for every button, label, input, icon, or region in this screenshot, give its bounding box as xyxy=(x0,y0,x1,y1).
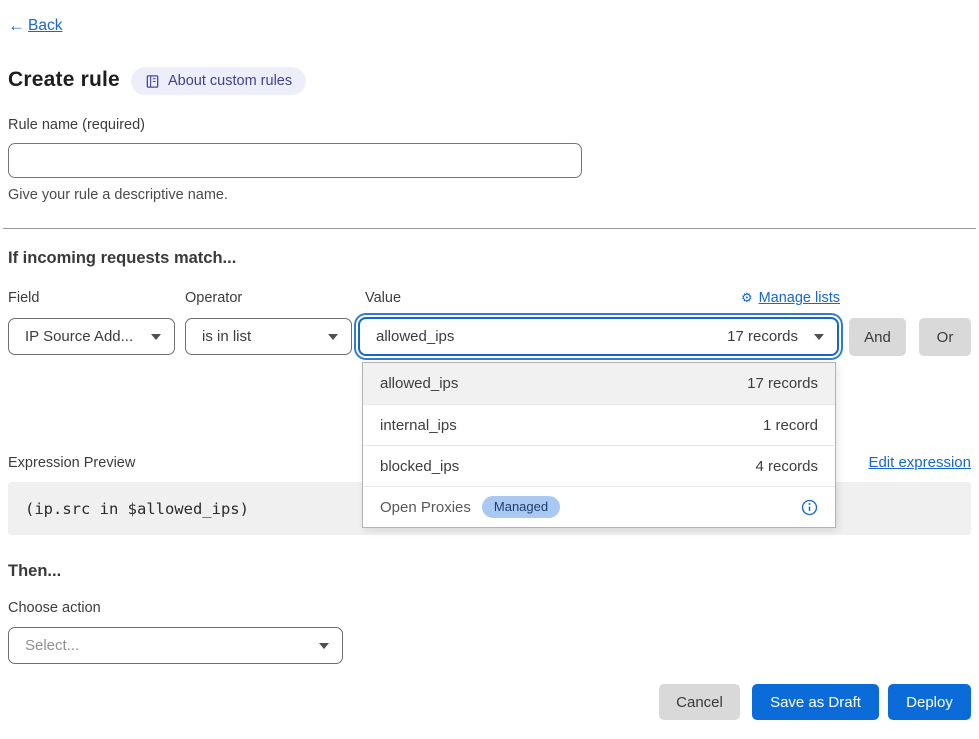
managed-badge: Managed xyxy=(482,496,560,518)
back-arrow-icon: ← xyxy=(8,16,25,36)
operator-select-value: is in list xyxy=(202,328,251,345)
list-option-blocked-ips[interactable]: blocked_ips 4 records xyxy=(363,445,835,486)
operator-column-label: Operator xyxy=(185,290,242,306)
list-option-name: blocked_ips xyxy=(380,458,459,475)
edit-expression-link[interactable]: Edit expression xyxy=(868,454,971,471)
choose-action-label: Choose action xyxy=(8,600,101,616)
chevron-down-icon xyxy=(151,334,161,340)
rule-name-helper: Give your rule a descriptive name. xyxy=(8,187,228,203)
value-column-label: Value xyxy=(365,290,401,306)
field-select-value: IP Source Add... xyxy=(25,328,133,345)
field-select[interactable]: IP Source Add... xyxy=(8,318,175,355)
list-dropdown-menu: allowed_ips 17 records internal_ips 1 re… xyxy=(362,362,836,528)
section-divider xyxy=(3,228,976,229)
book-icon xyxy=(145,74,160,89)
value-select-value: allowed_ips xyxy=(376,328,454,345)
save-as-draft-button[interactable]: Save as Draft xyxy=(752,684,879,720)
list-option-name: allowed_ips xyxy=(380,375,458,392)
rule-name-input[interactable] xyxy=(8,143,582,178)
back-link[interactable]: ← Back xyxy=(8,16,62,36)
list-option-meta: 1 record xyxy=(763,417,818,434)
about-custom-rules-label: About custom rules xyxy=(168,73,292,89)
field-column-label: Field xyxy=(8,290,39,306)
manage-lists-link[interactable]: ⚙ Manage lists xyxy=(741,290,840,306)
then-section-heading: Then... xyxy=(8,562,61,581)
list-option-meta: 17 records xyxy=(747,375,818,392)
info-icon[interactable] xyxy=(801,499,818,516)
expression-preview-label: Expression Preview xyxy=(8,455,135,471)
back-link-label: Back xyxy=(28,17,62,35)
chevron-down-icon xyxy=(319,643,329,649)
list-option-internal-ips[interactable]: internal_ips 1 record xyxy=(363,404,835,445)
cancel-button[interactable]: Cancel xyxy=(659,684,740,720)
gear-icon: ⚙ xyxy=(741,290,753,306)
or-button[interactable]: Or xyxy=(919,318,971,356)
value-select-meta: 17 records xyxy=(727,328,798,345)
manage-lists-label: Manage lists xyxy=(759,290,840,306)
page-title: Create rule xyxy=(8,68,120,92)
match-section-heading: If incoming requests match... xyxy=(8,249,236,268)
action-select-placeholder: Select... xyxy=(25,637,79,654)
chevron-down-icon xyxy=(328,334,338,340)
list-option-meta: 4 records xyxy=(755,458,818,475)
list-option-allowed-ips[interactable]: allowed_ips 17 records xyxy=(363,363,835,404)
operator-select[interactable]: is in list xyxy=(185,318,352,355)
chevron-down-icon xyxy=(814,334,824,340)
action-select[interactable]: Select... xyxy=(8,627,343,664)
deploy-button[interactable]: Deploy xyxy=(888,684,971,720)
list-option-open-proxies[interactable]: Open Proxies Managed xyxy=(363,486,835,527)
and-button[interactable]: And xyxy=(849,318,906,356)
value-select[interactable]: allowed_ips 17 records xyxy=(358,317,839,356)
about-custom-rules-link[interactable]: About custom rules xyxy=(131,67,306,95)
rule-name-label: Rule name (required) xyxy=(8,117,145,133)
expression-code: (ip.src in $allowed_ips) xyxy=(25,500,249,518)
list-option-name: internal_ips xyxy=(380,417,457,434)
list-option-name: Open Proxies xyxy=(380,499,471,516)
